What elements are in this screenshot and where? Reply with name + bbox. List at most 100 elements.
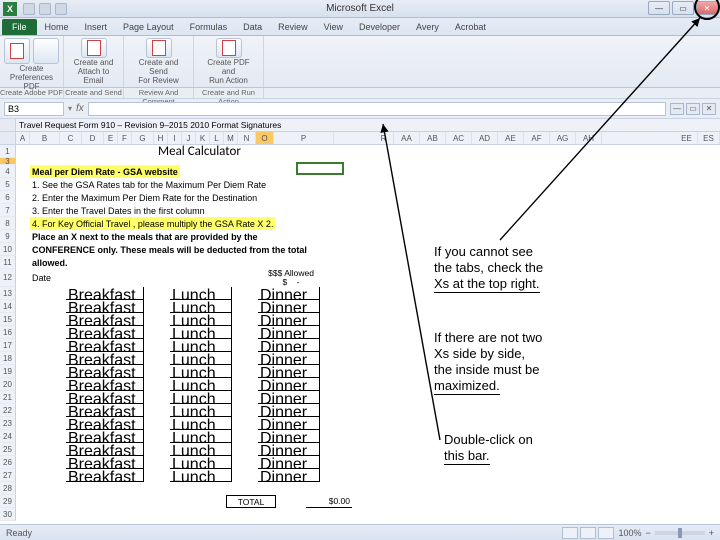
tab-formulas[interactable]: Formulas — [182, 19, 236, 35]
lunch-cell[interactable]: Lunch — [170, 300, 232, 313]
col-P[interactable]: P — [274, 132, 334, 144]
tab-avery[interactable]: Avery — [408, 19, 447, 35]
maximize-inner-icon[interactable]: ▭ — [686, 103, 700, 115]
breakfast-cell[interactable]: Breakfast — [66, 365, 144, 378]
row-hdr[interactable]: 10 — [0, 243, 16, 256]
view-normal-icon[interactable] — [562, 527, 578, 539]
row-hdr[interactable]: 12 — [0, 269, 16, 287]
dropdown-icon[interactable]: ▾ — [68, 104, 72, 113]
row-hdr[interactable]: 3 — [0, 158, 16, 165]
col-R[interactable]: R — [374, 132, 394, 144]
dinner-cell[interactable]: Dinner — [258, 326, 320, 339]
minimize-outer-icon[interactable]: — — [648, 1, 670, 15]
zoom-out-icon[interactable]: − — [645, 528, 650, 538]
row-hdr[interactable]: 6 — [0, 191, 16, 204]
lunch-cell[interactable]: Lunch — [170, 352, 232, 365]
row-hdr[interactable]: 25 — [0, 443, 16, 456]
breakfast-cell[interactable]: Breakfast — [66, 443, 144, 456]
row-hdr[interactable]: 13 — [0, 287, 16, 300]
name-box[interactable]: B3 — [4, 102, 64, 116]
lunch-cell[interactable]: Lunch — [170, 456, 232, 469]
qat-redo-icon[interactable] — [55, 3, 67, 15]
col-I[interactable]: I — [168, 132, 182, 144]
row-hdr[interactable]: 27 — [0, 469, 16, 482]
view-layout-icon[interactable] — [580, 527, 596, 539]
tab-acrobat[interactable]: Acrobat — [447, 19, 494, 35]
col-K[interactable]: K — [196, 132, 210, 144]
lunch-cell[interactable]: Lunch — [170, 404, 232, 417]
lunch-cell[interactable]: Lunch — [170, 430, 232, 443]
breakfast-cell[interactable]: Breakfast — [66, 391, 144, 404]
review-icon[interactable] — [146, 38, 172, 58]
lunch-cell[interactable]: Lunch — [170, 391, 232, 404]
breakfast-cell[interactable]: Breakfast — [66, 287, 144, 300]
fx-icon[interactable]: fx — [76, 103, 84, 114]
row-hdr[interactable]: 9 — [0, 230, 16, 243]
breakfast-cell[interactable]: Breakfast — [66, 339, 144, 352]
file-tab[interactable]: File — [2, 19, 37, 35]
col-D[interactable]: D — [82, 132, 104, 144]
qat-save-icon[interactable] — [23, 3, 35, 15]
lunch-cell[interactable]: Lunch — [170, 443, 232, 456]
dinner-cell[interactable]: Dinner — [258, 339, 320, 352]
col-L[interactable]: L — [210, 132, 224, 144]
dinner-cell[interactable]: Dinner — [258, 417, 320, 430]
close-outer-icon[interactable]: ✕ — [696, 1, 718, 15]
tab-developer[interactable]: Developer — [351, 19, 408, 35]
col-N[interactable]: N — [238, 132, 256, 144]
dinner-cell[interactable]: Dinner — [258, 469, 320, 482]
row-hdr[interactable]: 5 — [0, 178, 16, 191]
tab-insert[interactable]: Insert — [77, 19, 116, 35]
row-hdr[interactable]: 19 — [0, 365, 16, 378]
row-hdr[interactable]: 22 — [0, 404, 16, 417]
tab-view[interactable]: View — [316, 19, 351, 35]
breakfast-cell[interactable]: Breakfast — [66, 417, 144, 430]
action-icon[interactable] — [216, 38, 242, 58]
row-hdr[interactable]: 30 — [0, 508, 16, 521]
col-F[interactable]: F — [118, 132, 132, 144]
minimize-inner-icon[interactable]: — — [670, 103, 684, 115]
col-ES[interactable]: ES — [698, 132, 720, 144]
view-break-icon[interactable] — [598, 527, 614, 539]
row-hdr[interactable]: 29 — [0, 495, 16, 508]
col-B[interactable]: B — [30, 132, 60, 144]
dinner-cell[interactable]: Dinner — [258, 313, 320, 326]
dinner-cell[interactable]: Dinner — [258, 352, 320, 365]
breakfast-cell[interactable]: Breakfast — [66, 352, 144, 365]
breakfast-cell[interactable]: Breakfast — [66, 430, 144, 443]
col-AB[interactable]: AB — [420, 132, 446, 144]
lunch-cell[interactable]: Lunch — [170, 469, 232, 482]
row-hdr[interactable]: 16 — [0, 326, 16, 339]
breakfast-cell[interactable]: Breakfast — [66, 456, 144, 469]
pdf-icon[interactable] — [4, 38, 30, 64]
col-AF[interactable]: AF — [524, 132, 550, 144]
row-hdr[interactable]: 24 — [0, 430, 16, 443]
col-AA[interactable]: AA — [394, 132, 420, 144]
dinner-cell[interactable]: Dinner — [258, 365, 320, 378]
row-hdr[interactable]: 23 — [0, 417, 16, 430]
row-hdr[interactable]: 26 — [0, 456, 16, 469]
row-hdr[interactable]: 7 — [0, 204, 16, 217]
dinner-cell[interactable]: Dinner — [258, 300, 320, 313]
dinner-cell[interactable]: Dinner — [258, 287, 320, 300]
tab-pagelayout[interactable]: Page Layout — [115, 19, 182, 35]
row-hdr[interactable]: 14 — [0, 300, 16, 313]
lunch-cell[interactable]: Lunch — [170, 378, 232, 391]
col-J[interactable]: J — [182, 132, 196, 144]
col-AE[interactable]: AE — [498, 132, 524, 144]
tab-data[interactable]: Data — [235, 19, 270, 35]
dinner-cell[interactable]: Dinner — [258, 378, 320, 391]
tab-review[interactable]: Review — [270, 19, 316, 35]
lunch-cell[interactable]: Lunch — [170, 326, 232, 339]
breakfast-cell[interactable]: Breakfast — [66, 378, 144, 391]
lunch-cell[interactable]: Lunch — [170, 417, 232, 430]
row-hdr[interactable]: 11 — [0, 256, 16, 269]
lunch-cell[interactable]: Lunch — [170, 339, 232, 352]
qat-undo-icon[interactable] — [39, 3, 51, 15]
col-C[interactable]: C — [60, 132, 82, 144]
row-hdr[interactable]: 8 — [0, 217, 16, 230]
row-hdr[interactable]: 18 — [0, 352, 16, 365]
breakfast-cell[interactable]: Breakfast — [66, 326, 144, 339]
dinner-cell[interactable]: Dinner — [258, 443, 320, 456]
dinner-cell[interactable]: Dinner — [258, 430, 320, 443]
